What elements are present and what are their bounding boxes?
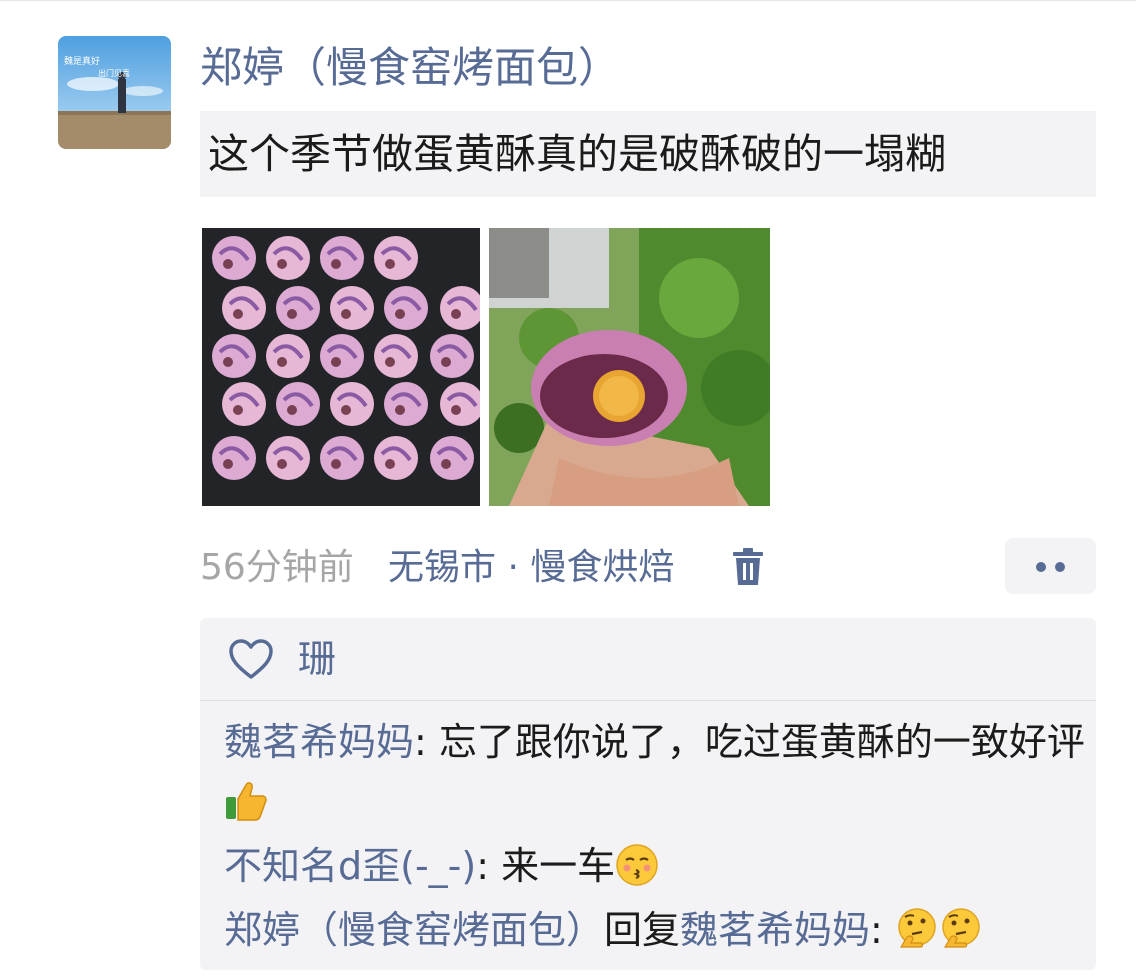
reply-target[interactable]: 魏茗希妈妈 [680,908,870,952]
thumbs-up-emoji [224,779,268,823]
liker-name[interactable]: 珊 [298,628,336,690]
post-author-name[interactable]: 郑婷（慢食窑烤面包） [200,38,620,98]
post-image-2[interactable] [489,228,770,506]
heart-outline-icon [229,639,273,679]
likes-row: 珊 [200,618,1096,701]
comment-item[interactable]: 郑婷（慢食窑烤面包）回复魏茗希妈妈: [224,900,1086,960]
svg-text:魏是真好: 魏是真好 [64,55,100,67]
thinking-face-emoji [939,907,983,951]
avatar-image: 魏是真好 出门见喜 [58,36,171,149]
comment-separator: : [870,908,895,952]
comment-author[interactable]: 不知名d歪(-_-) [224,844,476,888]
thinking-face-emoji [895,907,939,951]
trash-icon[interactable] [731,547,765,587]
tray-of-pastries-photo [202,228,480,506]
comment-item[interactable]: 不知名d歪(-_-): 来一车 [224,836,1086,896]
more-actions-button[interactable] [1005,538,1096,594]
comment-separator: : [414,720,439,764]
post-image-1[interactable] [202,228,480,506]
comment-text: 来一车 [501,844,616,888]
top-divider [0,0,1136,1]
avatar[interactable]: 魏是真好 出门见喜 [58,36,171,149]
post-time: 56分钟前 [200,547,354,588]
comment-item[interactable]: 魏茗希妈妈: 忘了跟你说了，吃过蛋黄酥的一致好评 [224,712,1086,832]
post-text: 这个季节做蛋黄酥真的是破酥破的一塌糊 [200,111,1096,197]
kissing-face-emoji [615,843,659,887]
pastry-held-in-hand-photo [489,228,770,506]
interaction-panel: 珊 魏茗希妈妈: 忘了跟你说了，吃过蛋黄酥的一致好评 不知名d歪(-_-): 来… [200,618,1096,970]
comment-author[interactable]: 魏茗希妈妈 [224,720,414,764]
comment-text: 忘了跟你说了，吃过蛋黄酥的一致好评 [438,720,1085,764]
comment-separator: : [476,844,502,888]
svg-text:出门见喜: 出门见喜 [98,68,130,78]
more-dots-icon [1036,562,1046,572]
post-location[interactable]: 无锡市 · 慢食烘焙 [388,538,674,598]
reply-label: 回复 [604,908,681,952]
more-dots-icon [1055,562,1065,572]
comment-author[interactable]: 郑婷（慢食窑烤面包） [224,908,604,952]
